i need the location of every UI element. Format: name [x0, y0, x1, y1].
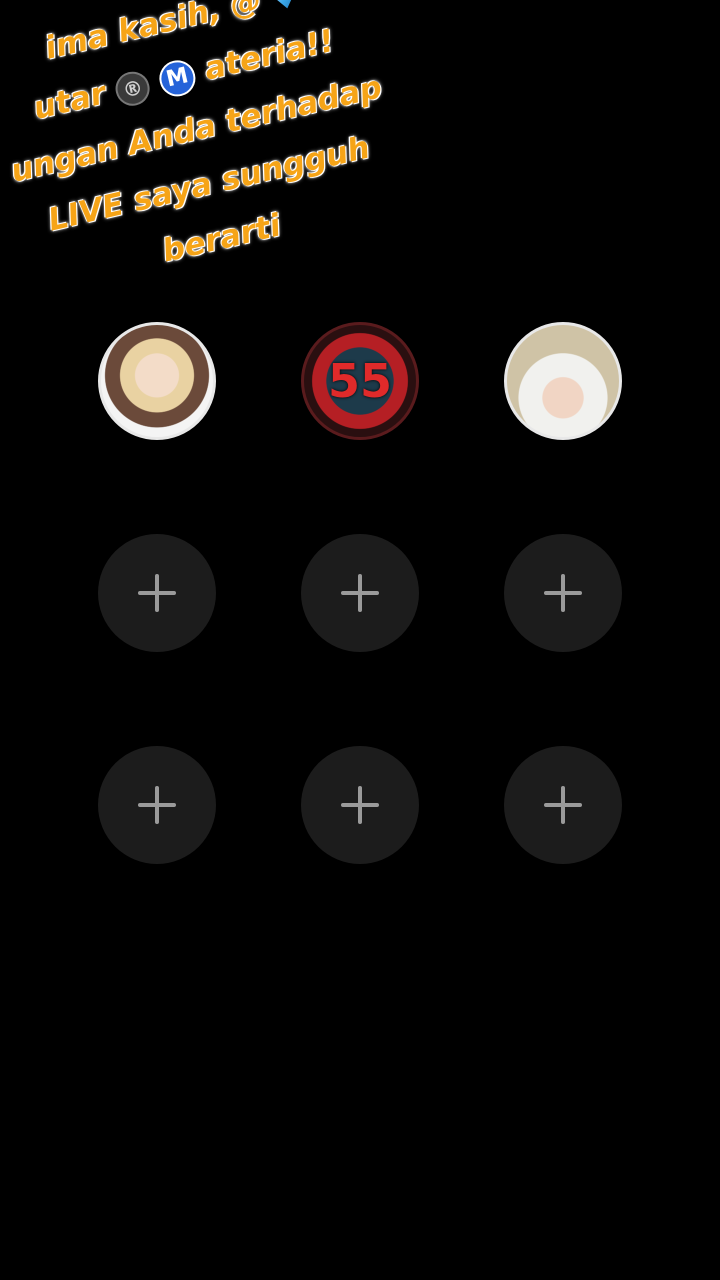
add-guest-slot[interactable] — [98, 534, 216, 652]
add-guest-slot[interactable] — [98, 746, 216, 864]
avatar-label: 55 — [327, 354, 392, 408]
plus-icon — [138, 574, 176, 612]
plus-icon — [341, 574, 379, 612]
guest-grid: 55 — [0, 0, 720, 1280]
add-guest-slot[interactable] — [504, 534, 622, 652]
add-guest-slot[interactable] — [301, 534, 419, 652]
add-guest-slot[interactable] — [504, 746, 622, 864]
plus-icon — [138, 786, 176, 824]
add-guest-slot[interactable] — [301, 746, 419, 864]
plus-icon — [341, 786, 379, 824]
guest-avatar-3[interactable] — [504, 322, 622, 440]
guest-avatar-1[interactable] — [98, 322, 216, 440]
plus-icon — [544, 574, 582, 612]
plus-icon — [544, 786, 582, 824]
guest-avatar-2[interactable]: 55 — [301, 322, 419, 440]
